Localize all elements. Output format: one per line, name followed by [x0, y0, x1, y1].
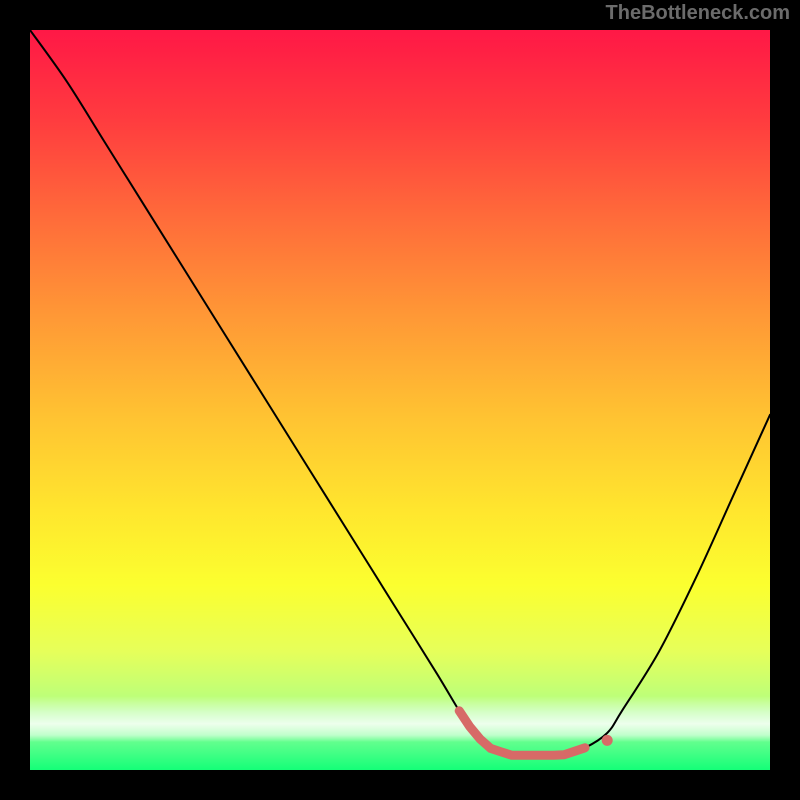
plot-area — [30, 30, 770, 770]
chart-container: TheBottleneck.com — [0, 0, 800, 800]
watermark-text: TheBottleneck.com — [606, 2, 790, 25]
optimal-range-marker — [459, 711, 585, 755]
optimal-point-marker — [602, 735, 613, 746]
bottleneck-curve — [30, 30, 770, 770]
